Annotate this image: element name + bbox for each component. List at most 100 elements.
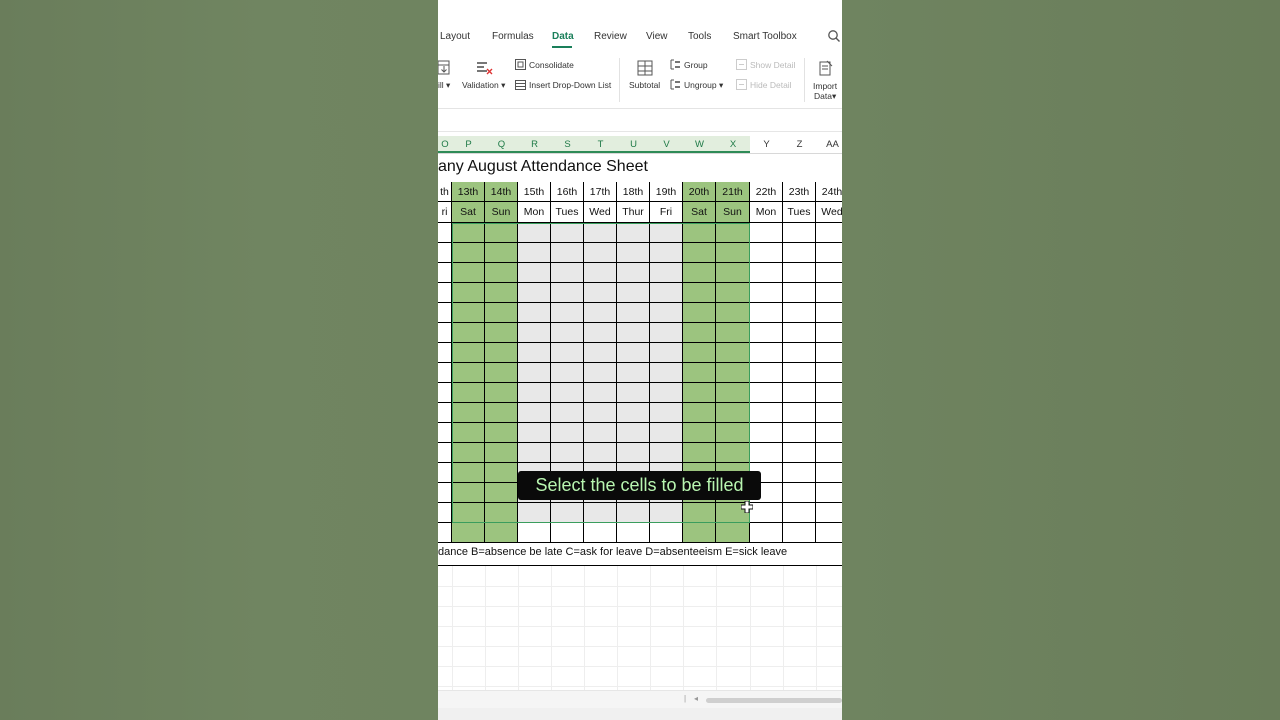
weekday-cell[interactable]: Sat xyxy=(452,202,485,223)
attendance-cell[interactable] xyxy=(650,263,683,283)
attendance-cell[interactable] xyxy=(452,503,485,523)
attendance-cell[interactable] xyxy=(438,263,452,283)
attendance-cell[interactable] xyxy=(716,403,750,423)
fill-icon[interactable] xyxy=(438,60,450,76)
date-cell[interactable]: 13th xyxy=(452,182,485,202)
attendance-cell[interactable] xyxy=(617,343,650,363)
attendance-cell[interactable] xyxy=(551,283,584,303)
column-header[interactable]: R xyxy=(518,136,551,153)
attendance-cell[interactable] xyxy=(750,383,783,403)
attendance-cell[interactable] xyxy=(716,523,750,543)
attendance-cell[interactable] xyxy=(783,423,816,443)
attendance-cell[interactable] xyxy=(485,263,518,283)
attendance-cell[interactable] xyxy=(750,343,783,363)
attendance-cell[interactable] xyxy=(438,483,452,503)
attendance-cell[interactable] xyxy=(650,383,683,403)
attendance-cell[interactable] xyxy=(551,403,584,423)
subtotal-icon[interactable] xyxy=(637,60,653,76)
ungroup-button[interactable]: Ungroup ▾ xyxy=(684,80,723,91)
attendance-cell[interactable] xyxy=(783,283,816,303)
attendance-cell[interactable] xyxy=(617,443,650,463)
attendance-cell[interactable] xyxy=(452,423,485,443)
attendance-cell[interactable] xyxy=(783,363,816,383)
attendance-cell[interactable] xyxy=(518,503,551,523)
attendance-cell[interactable] xyxy=(783,303,816,323)
attendance-cell[interactable] xyxy=(438,403,452,423)
fill-button[interactable]: ill ▾ xyxy=(438,80,450,91)
attendance-cell[interactable] xyxy=(518,223,551,243)
attendance-cell[interactable] xyxy=(650,343,683,363)
attendance-cell[interactable] xyxy=(485,303,518,323)
import-data-button[interactable]: Import xyxy=(813,81,837,91)
attendance-cell[interactable] xyxy=(617,523,650,543)
attendance-cell[interactable] xyxy=(584,223,617,243)
attendance-cell[interactable] xyxy=(816,343,842,363)
attendance-cell[interactable] xyxy=(650,443,683,463)
weekday-cell[interactable]: Wed xyxy=(584,202,617,223)
date-cell[interactable]: 17th xyxy=(584,182,617,202)
attendance-cell[interactable] xyxy=(750,523,783,543)
attendance-cell[interactable] xyxy=(716,363,750,383)
attendance-cell[interactable] xyxy=(683,423,716,443)
attendance-cell[interactable] xyxy=(783,483,816,503)
tab-page-layout[interactable]: Layout xyxy=(440,31,470,42)
weekday-cell[interactable]: Tues xyxy=(783,202,816,223)
attendance-cell[interactable] xyxy=(551,243,584,263)
attendance-cell[interactable] xyxy=(485,403,518,423)
attendance-cell[interactable] xyxy=(452,443,485,463)
date-cell[interactable]: 15th xyxy=(518,182,551,202)
attendance-cell[interactable] xyxy=(750,443,783,463)
attendance-cell[interactable] xyxy=(750,283,783,303)
attendance-cell[interactable] xyxy=(750,263,783,283)
attendance-cell[interactable] xyxy=(438,363,452,383)
column-header[interactable]: Z xyxy=(783,136,816,153)
attendance-cell[interactable] xyxy=(551,523,584,543)
attendance-cell[interactable] xyxy=(683,383,716,403)
attendance-cell[interactable] xyxy=(518,243,551,263)
attendance-cell[interactable] xyxy=(438,503,452,523)
column-header[interactable]: U xyxy=(617,136,650,153)
column-header[interactable]: W xyxy=(683,136,716,153)
weekday-cell[interactable]: Thur xyxy=(617,202,650,223)
weekday-cell[interactable]: ri xyxy=(438,202,452,223)
attendance-cell[interactable] xyxy=(452,383,485,403)
attendance-cell[interactable] xyxy=(551,223,584,243)
attendance-cell[interactable] xyxy=(438,283,452,303)
attendance-cell[interactable] xyxy=(650,363,683,383)
attendance-cell[interactable] xyxy=(683,403,716,423)
attendance-cell[interactable] xyxy=(816,223,842,243)
attendance-cell[interactable] xyxy=(452,463,485,483)
attendance-cell[interactable] xyxy=(650,283,683,303)
attendance-cell[interactable] xyxy=(783,323,816,343)
column-header[interactable]: AA xyxy=(816,136,842,153)
attendance-cell[interactable] xyxy=(716,423,750,443)
show-detail-button[interactable]: Show Detail xyxy=(750,60,795,70)
attendance-cell[interactable] xyxy=(551,383,584,403)
attendance-cell[interactable] xyxy=(518,343,551,363)
date-cell[interactable]: 16th xyxy=(551,182,584,202)
attendance-cell[interactable] xyxy=(617,263,650,283)
attendance-cell[interactable] xyxy=(816,363,842,383)
date-cell[interactable]: 24th xyxy=(816,182,842,202)
date-cell[interactable]: 23th xyxy=(783,182,816,202)
scrollbar-thumb[interactable] xyxy=(706,698,842,703)
attendance-cell[interactable] xyxy=(452,483,485,503)
attendance-cell[interactable] xyxy=(650,523,683,543)
attendance-cell[interactable] xyxy=(551,323,584,343)
attendance-cell[interactable] xyxy=(683,503,716,523)
attendance-cell[interactable] xyxy=(485,423,518,443)
attendance-cell[interactable] xyxy=(816,403,842,423)
attendance-cell[interactable] xyxy=(650,243,683,263)
attendance-cell[interactable] xyxy=(518,363,551,383)
attendance-cell[interactable] xyxy=(683,303,716,323)
attendance-cell[interactable] xyxy=(816,423,842,443)
attendance-cell[interactable] xyxy=(452,363,485,383)
date-cell[interactable]: 14th xyxy=(485,182,518,202)
attendance-cell[interactable] xyxy=(683,523,716,543)
attendance-cell[interactable] xyxy=(816,243,842,263)
attendance-cell[interactable] xyxy=(438,343,452,363)
attendance-cell[interactable] xyxy=(683,323,716,343)
attendance-cell[interactable] xyxy=(783,243,816,263)
attendance-cell[interactable] xyxy=(551,423,584,443)
attendance-cell[interactable] xyxy=(518,523,551,543)
